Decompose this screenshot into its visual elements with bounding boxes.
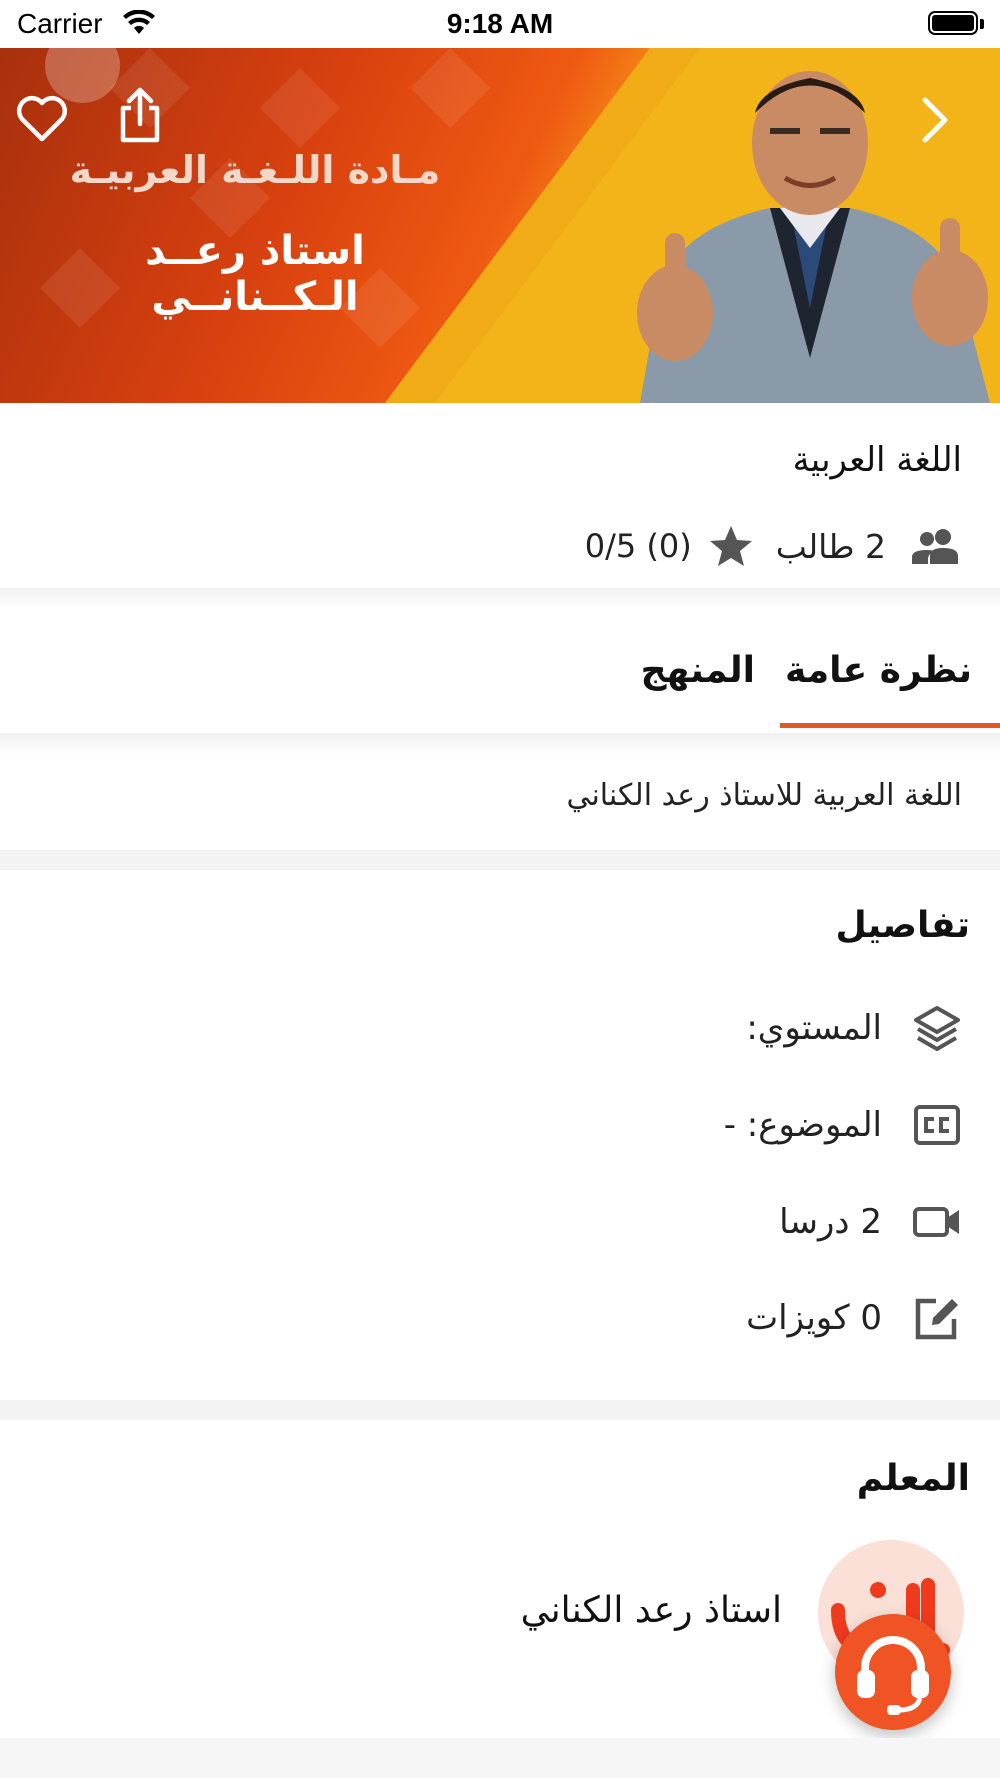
teacher-title: المعلم <box>856 1458 970 1499</box>
detail-subject: الموضوع: - <box>724 1095 962 1155</box>
bottom-band <box>0 1738 1000 1778</box>
layers-icon <box>914 1006 960 1051</box>
rating-value: 0/5 (0) <box>584 527 692 565</box>
star-icon <box>709 526 752 566</box>
course-description: اللغة العربية للاستاذ رعد الكناني <box>566 778 962 813</box>
detail-level: المستوي: <box>746 998 962 1058</box>
active-tab-indicator <box>780 723 1000 728</box>
cc-icon <box>914 1105 960 1145</box>
teacher-name[interactable]: استاذ رعد الكناني <box>521 1590 782 1631</box>
course-title: اللغة العربية <box>792 440 962 480</box>
course-banner: مـادة اللـغـة العربيـة استاذ رعــد الـكـ… <box>0 48 1000 403</box>
tab-overview[interactable]: نظرة عامة <box>785 650 972 691</box>
course-stats: 2 طالب 0/5 (0) <box>585 520 962 572</box>
tab-curriculum[interactable]: المنهج <box>641 650 755 691</box>
headset-icon <box>857 1636 929 1715</box>
level-label: المستوي: <box>746 1008 882 1048</box>
support-button[interactable] <box>835 1614 951 1730</box>
detail-quizzes: 0 كويزات <box>746 1288 962 1348</box>
course-tabs: نظرة عامة المنهج <box>0 610 1000 730</box>
quizzes-count: 0 كويزات <box>746 1298 882 1338</box>
section-divider <box>0 850 1000 870</box>
edit-icon <box>915 1298 958 1340</box>
divider <box>0 588 1000 610</box>
students-count: 2 طالب <box>775 526 886 566</box>
subject-label: الموضوع: - <box>723 1105 882 1145</box>
status-time: 9:18 AM <box>446 8 554 39</box>
details-title: تفاصيل <box>835 905 970 946</box>
people-icon <box>912 529 958 564</box>
section-divider <box>0 1400 1000 1420</box>
banner-subtitle: استاذ رعــد الـكــنانــي <box>145 228 365 320</box>
divider <box>0 733 1000 755</box>
detail-lessons: 2 درسا <box>779 1192 962 1252</box>
share-icon[interactable] <box>115 86 165 144</box>
battery-icon <box>928 11 986 37</box>
banner-title: مـادة اللـغـة العربيـة <box>69 148 441 192</box>
video-icon <box>913 1207 959 1237</box>
favorite-heart-icon[interactable] <box>16 93 68 145</box>
lessons-count: 2 درسا <box>779 1202 882 1242</box>
chevron-right-icon[interactable] <box>915 90 955 150</box>
status-bar: Carrier 9:18 AM <box>0 0 1000 48</box>
